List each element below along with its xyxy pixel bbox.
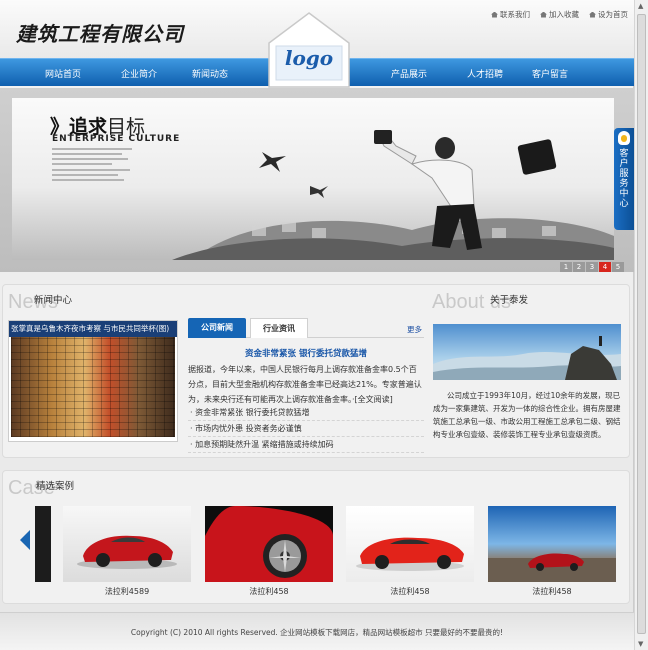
nav-item-jobs[interactable]: 人才招聘: [450, 67, 520, 80]
news-photo-image: [11, 337, 175, 437]
contact-link[interactable]: 联系我们: [491, 9, 530, 20]
tab-company-news[interactable]: 公司新闻: [188, 318, 246, 338]
about-image: [433, 324, 621, 380]
scroll-up-icon[interactable]: ▲: [638, 1, 643, 11]
case-partial-image: [35, 506, 51, 582]
customer-service-tab[interactable]: 客户服务中心: [614, 128, 634, 230]
case-caption[interactable]: 法拉利458: [488, 586, 616, 597]
home-icon: [491, 11, 498, 18]
banner-pager: 1 2 3 4 5: [560, 262, 624, 272]
briefcase-icon: [374, 130, 392, 144]
case-image: [205, 506, 333, 582]
scroll-down-icon[interactable]: ▼: [638, 639, 643, 649]
favorite-link[interactable]: 加入收藏: [540, 9, 579, 20]
cases-carousel: 法拉利4589 法拉利458 法拉利458 法拉利458: [35, 506, 616, 598]
case-caption[interactable]: 法拉利4589: [63, 586, 191, 597]
pager-4[interactable]: 4: [599, 262, 611, 272]
eagle-icon: [259, 152, 286, 172]
banner: 》追求目标 ENTERPRISE CULTURE 1 2 3 4 5: [0, 88, 634, 272]
nav-item-news[interactable]: 新闻动态: [175, 67, 245, 80]
footer: Copyright (C) 2010 All rights Reserved. …: [0, 612, 634, 650]
scrollbar-thumb[interactable]: [637, 14, 646, 634]
nav-item-home[interactable]: 网站首页: [28, 67, 98, 80]
news-photo-caption[interactable]: 张掌真是乌鲁木齐夜市考察 与市民共同举杯(图): [9, 321, 177, 337]
home-icon: [589, 11, 596, 18]
set-homepage-link[interactable]: 设为首页: [589, 9, 628, 20]
pager-3[interactable]: 3: [586, 262, 598, 272]
banner-artwork: [172, 130, 614, 260]
favorite-label: 加入收藏: [549, 10, 579, 19]
vertical-scrollbar[interactable]: ▲ ▼: [634, 0, 648, 650]
case-image: [488, 506, 616, 582]
cases-prev-arrow[interactable]: [20, 530, 30, 550]
news-list-item[interactable]: · 加息预期陡然升温 紧缩措施或持续加码: [188, 437, 424, 453]
cases-section-title: 精选案例: [36, 481, 75, 492]
footer-copyright: Copyright (C) 2010 All rights Reserved. …: [130, 628, 504, 637]
news-headline[interactable]: 资金非常紧张 银行委托贷款猛增: [188, 347, 424, 359]
nav-item-about[interactable]: 企业简介: [104, 67, 174, 80]
service-label: 客户服务中心: [619, 149, 629, 209]
home-icon: [540, 11, 547, 18]
eagle-icon: [310, 186, 328, 198]
briefcase-icon: [517, 139, 557, 175]
contact-label: 联系我们: [500, 10, 530, 19]
nav-item-products[interactable]: 产品展示: [374, 67, 444, 80]
news-more-link[interactable]: 更多: [407, 324, 422, 335]
case-image: [63, 506, 191, 582]
set-homepage-label: 设为首页: [598, 10, 628, 19]
case-caption[interactable]: 法拉利458: [205, 586, 333, 597]
pager-1[interactable]: 1: [560, 262, 572, 272]
about-section-title: 关于泰发: [490, 295, 529, 306]
news-photo[interactable]: 张掌真是乌鲁木齐夜市考察 与市民共同举杯(图): [8, 320, 178, 442]
about-text: 公司成立于1993年10月，经过10余年的发展，现已成为一家集建筑、开发为一体的…: [433, 391, 621, 439]
pager-2[interactable]: 2: [573, 262, 585, 272]
banner-image: 》追求目标 ENTERPRISE CULTURE: [12, 98, 614, 260]
page: 建筑工程有限公司 联系我们 加入收藏 设为首页 网站首页 企业简介 新闻动态 产…: [0, 0, 634, 650]
top-links: 联系我们 加入收藏 设为首页: [491, 9, 628, 20]
company-name: 建筑工程有限公司: [16, 22, 184, 46]
person-icon: [599, 336, 602, 346]
tab-industry-news[interactable]: 行业资讯: [250, 318, 308, 338]
news-summary: 据报道，今年以来，中国人民银行每月上调存款准备金率0.5个百分点，目前大型金融机…: [188, 365, 422, 404]
nav-item-messages[interactable]: 客户留言: [515, 67, 585, 80]
news-list: · 资金非常紧张 银行委托贷款猛增 · 市场内忧外患 投资者务必谨慎 · 加息预…: [188, 405, 424, 453]
case-image: [346, 506, 474, 582]
news-list-item[interactable]: · 市场内忧外患 投资者务必谨慎: [188, 421, 424, 437]
pager-5[interactable]: 5: [612, 262, 624, 272]
logo-text[interactable]: logo: [268, 46, 350, 70]
qq-penguin-icon: [618, 131, 630, 145]
news-section-title: 新闻中心: [34, 295, 73, 306]
case-caption[interactable]: 法拉利458: [346, 586, 474, 597]
news-list-item[interactable]: · 资金非常紧张 银行委托贷款猛增: [188, 405, 424, 421]
news-tabs: 公司新闻 行业资讯 更多: [188, 318, 424, 338]
